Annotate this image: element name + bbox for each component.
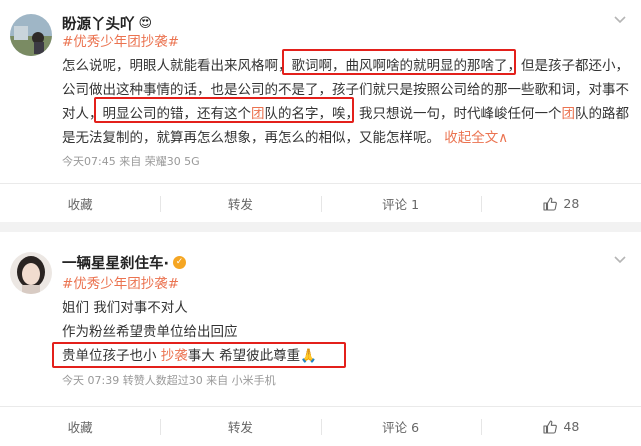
text-line: 对人，明显公司的错，还有这个团队的名字，唉，我只想说一句，时代峰峻任何一个团队的… <box>62 106 629 122</box>
text-line: 是无法复制的，就算再怎么想象，再怎么的相似，又能怎样呢。 收起全文∧ <box>62 130 509 146</box>
repost-button[interactable]: 转发 <box>160 407 320 446</box>
hashtag-link[interactable]: #优秀少年团抄袭# <box>62 272 179 296</box>
hashtag-link[interactable]: #优秀少年团抄袭# <box>62 30 179 54</box>
username[interactable]: 一辆星星刹住车· ✓ <box>62 252 187 273</box>
collect-button[interactable]: 收藏 <box>0 407 160 446</box>
post-text: #优秀少年团抄袭# 姐们 我们对事不对人 作为粉丝希望贵单位给出回应 贵单位孩子… <box>62 272 628 368</box>
action-bar: 收藏 转发 评论 6 48 <box>0 406 641 446</box>
collapse-link[interactable]: 收起全文 <box>444 130 498 146</box>
comment-button[interactable]: 评论 1 <box>320 184 481 223</box>
thumb-up-icon <box>542 196 558 212</box>
avatar[interactable] <box>10 14 52 56</box>
username-text[interactable]: 一辆星星刹住车· <box>62 252 169 273</box>
repost-button[interactable]: 转发 <box>160 184 320 223</box>
thumb-up-icon <box>542 419 558 435</box>
avatar[interactable] <box>10 252 52 294</box>
post-text: #优秀少年团抄袭# 怎么说呢，明眼人就能看出来风格啊，歌词啊，曲风啊啥的就明显的… <box>62 30 629 146</box>
like-button[interactable]: 48 <box>480 407 641 446</box>
text-line: 作为粉丝希望贵单位给出回应 <box>62 324 238 340</box>
post-meta: 今天07:45 来自 荣耀30 5G <box>62 155 200 168</box>
verified-badge-icon: ✓ <box>173 256 187 269</box>
like-button[interactable]: 28 <box>480 184 641 223</box>
collect-button[interactable]: 收藏 <box>0 184 160 223</box>
comment-button[interactable]: 评论 6 <box>320 407 481 446</box>
post-meta: 今天 07:39 转赞人数超过30 来自 小米手机 <box>62 374 276 387</box>
action-bar: 收藏 转发 评论 1 28 <box>0 183 641 223</box>
text-line: 姐们 我们对事不对人 <box>62 300 188 316</box>
chevron-down-icon[interactable] <box>613 12 627 26</box>
chevron-up-icon[interactable]: ∧ <box>498 130 508 146</box>
post-card: 一辆星星刹住车· ✓ #优秀少年团抄袭# 姐们 我们对事不对人 作为粉丝希望贵单… <box>0 232 641 446</box>
text-line: 贵单位孩子也小 抄袭事大 希望彼此尊重🙏 <box>62 348 317 364</box>
text-line: 公司做出这种事情的话，也是公司的不是了，孩子们就只是按照公司给的那一些歌和词，对… <box>62 82 629 98</box>
emoji-icon: 😍 <box>138 16 153 31</box>
chevron-down-icon[interactable] <box>613 252 627 266</box>
pray-emoji-icon: 🙏 <box>300 348 317 364</box>
post-card: 盼源丫头吖 😍 #优秀少年团抄袭# 怎么说呢，明眼人就能看出来风格啊，歌词啊，曲… <box>0 0 641 222</box>
text-line: 怎么说呢，明眼人就能看出来风格啊，歌词啊，曲风啊啥的就明显的那啥了，但是孩子都还… <box>62 58 629 74</box>
